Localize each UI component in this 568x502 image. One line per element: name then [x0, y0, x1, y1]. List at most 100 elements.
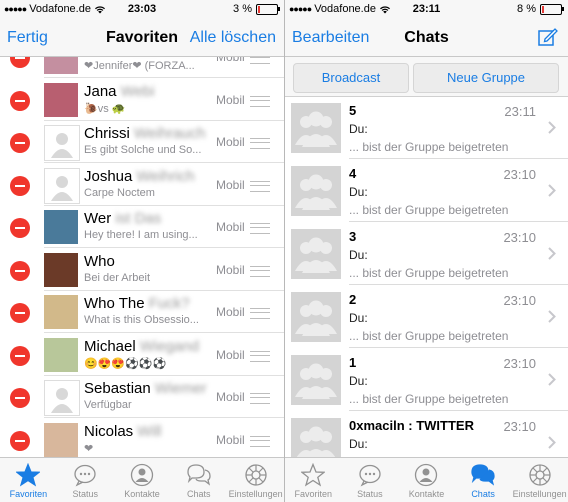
tab-einstellungen[interactable]: Einstellungen [511, 458, 568, 502]
battery-icon [256, 3, 280, 15]
chat-preview: ... bist der Gruppe beigetreten [349, 266, 509, 280]
chevron-right-icon [548, 184, 556, 202]
chat-time: 23:10 [503, 293, 536, 308]
tab-label: Kontakte [124, 489, 160, 499]
compose-icon[interactable] [538, 27, 558, 47]
favorite-row[interactable]: Piotr Wattenbach❤Jennifer❤ (FORZA...Mobi… [0, 57, 284, 78]
tab-status[interactable]: Status [342, 458, 399, 502]
tab-kontakte[interactable]: Kontakte [398, 458, 455, 502]
status-bubble-icon [73, 463, 97, 492]
delete-minus-icon[interactable] [10, 90, 30, 111]
chat-preview: ... bist der Gruppe beigetreten [349, 203, 509, 217]
reorder-handle-icon[interactable] [250, 57, 270, 64]
phone-type-label: Mobil [216, 432, 245, 447]
tab-favoriten[interactable]: Favoriten [285, 458, 342, 502]
contact-name: Who [84, 253, 115, 270]
group-avatar-icon [291, 166, 341, 216]
delete-minus-icon[interactable] [10, 388, 30, 408]
favorite-row[interactable]: Who The Fuck? What is this Obsessio... Mob… [0, 291, 284, 333]
favorite-row[interactable]: Chrissi Weihrauch Es gibt Solche und So..… [0, 121, 284, 163]
tab-kontakte[interactable]: Kontakte [114, 458, 171, 502]
reorder-handle-icon[interactable] [250, 350, 270, 362]
chat-name: 2 [349, 292, 357, 307]
avatar [44, 82, 78, 117]
delete-minus-icon[interactable] [10, 345, 30, 366]
tab-chats[interactable]: Chats [455, 458, 512, 502]
star-icon [300, 462, 327, 492]
contact-name: Michael Wiegand [84, 338, 199, 355]
reorder-handle-icon[interactable] [250, 435, 270, 447]
reorder-handle-icon[interactable] [250, 138, 270, 149]
phone-type-label: Mobil [216, 220, 245, 234]
reorder-handle-icon[interactable] [250, 393, 270, 404]
group-avatar-icon [291, 355, 341, 405]
delete-minus-icon[interactable] [10, 133, 30, 153]
contacts-icon [130, 463, 154, 492]
delete-all-button[interactable]: Alle löschen [190, 29, 276, 47]
chat-row[interactable]: 2 23:10 Du: ... bist der Gruppe beigetreten [285, 286, 568, 348]
avatar [44, 210, 78, 244]
avatar [44, 252, 78, 287]
favorite-row[interactable]: Joshua Weihrich Carpe Noctem Mobil [0, 164, 284, 206]
contact-first-name: Chrissi [84, 125, 130, 142]
contact-first-name: Wer [84, 210, 112, 227]
contact-first-name: Sebastian [84, 380, 151, 397]
tab-label: Status [72, 489, 98, 499]
favorite-row[interactable]: Michael Wiegand 😊😍😍⚽⚽⚽ Mobil [0, 334, 284, 376]
chat-sender: Du: [349, 437, 368, 451]
contact-last-name-blurred: Webi [120, 82, 155, 100]
chat-row[interactable]: 0xmaciln : TWITTER23:10Du:... bist der G… [285, 412, 568, 458]
tab-label: Einstellungen [228, 489, 283, 499]
contact-first-name: Joshua [84, 167, 133, 185]
chat-row[interactable]: 5 23:11 Du: ... bist der Gruppe beigetreten [285, 97, 568, 159]
reorder-handle-icon[interactable] [250, 180, 270, 192]
broadcast-button[interactable]: Broadcast [293, 63, 409, 93]
chevron-right-icon [548, 247, 556, 265]
chat-name: 4 [349, 166, 357, 181]
tab-favoriten[interactable]: Favoriten [0, 458, 57, 502]
contact-name: Who The Fuck? [84, 295, 190, 312]
favorite-row[interactable]: Sebastian Wiemer Verfügbar Mobil [0, 376, 284, 418]
chat-time: 23:10 [503, 419, 536, 434]
chat-sender: Du: [349, 248, 368, 262]
row-separator [349, 410, 568, 411]
delete-minus-icon[interactable] [10, 260, 30, 281]
tab-chats[interactable]: Chats [170, 458, 227, 502]
avatar [44, 125, 80, 161]
favorite-row[interactable]: Jana Webi 🐌vs 🐢 Mobil [0, 79, 284, 121]
delete-minus-icon[interactable] [10, 430, 30, 451]
tab-status[interactable]: Status [57, 458, 114, 502]
contact-last-name-blurred: Weihrich [136, 167, 195, 185]
favorite-row[interactable]: Who Bei der Arbeit Mobil [0, 249, 284, 291]
delete-minus-icon[interactable] [10, 303, 30, 323]
battery-icon [540, 3, 564, 15]
reorder-handle-icon[interactable] [250, 95, 270, 107]
chat-row[interactable]: 1 23:10 Du: ... bist der Gruppe beigetreten [285, 349, 568, 411]
tab-einstellungen[interactable]: Einstellungen [227, 458, 284, 502]
contact-last-name-blurred: Wiemer [154, 380, 207, 397]
contact-first-name: Michael [84, 337, 136, 355]
battery-percent: 3 % [233, 3, 252, 15]
delete-minus-icon[interactable] [10, 218, 30, 238]
chat-row[interactable]: 4 23:10 Du: ... bist der Gruppe beigetreten [285, 160, 568, 222]
contact-status: 😊😍😍⚽⚽⚽ [84, 357, 167, 370]
phone-type-label: Mobil [216, 347, 245, 362]
contact-first-name: Who The [84, 295, 145, 312]
reorder-handle-icon[interactable] [250, 223, 270, 234]
favorite-row[interactable]: Nicolas Will ❤ Mobil [0, 419, 284, 459]
tab-label: Favoriten [294, 489, 333, 499]
delete-minus-icon[interactable] [10, 57, 30, 68]
phone-type-label: Mobil [216, 262, 245, 277]
page-title: Chats [404, 29, 449, 46]
contact-last-name-blurred: Weihrauch [134, 125, 206, 142]
delete-minus-icon[interactable] [10, 175, 30, 196]
reorder-handle-icon[interactable] [250, 265, 270, 277]
favorites-list: Piotr Wattenbach❤Jennifer❤ (FORZA...Mobi… [0, 57, 284, 458]
favorite-row[interactable]: Wer ist Das Hey there! I am using... Mobil [0, 206, 284, 248]
contact-name: Jana Webi [84, 83, 155, 100]
phone-type-label: Mobil [216, 135, 245, 149]
new-group-button[interactable]: Neue Gruppe [413, 63, 559, 93]
contact-name: Joshua Weihrich [84, 168, 195, 185]
reorder-handle-icon[interactable] [250, 308, 270, 319]
chat-row[interactable]: 3 23:10 Du: ... bist der Gruppe beigetreten [285, 223, 568, 285]
